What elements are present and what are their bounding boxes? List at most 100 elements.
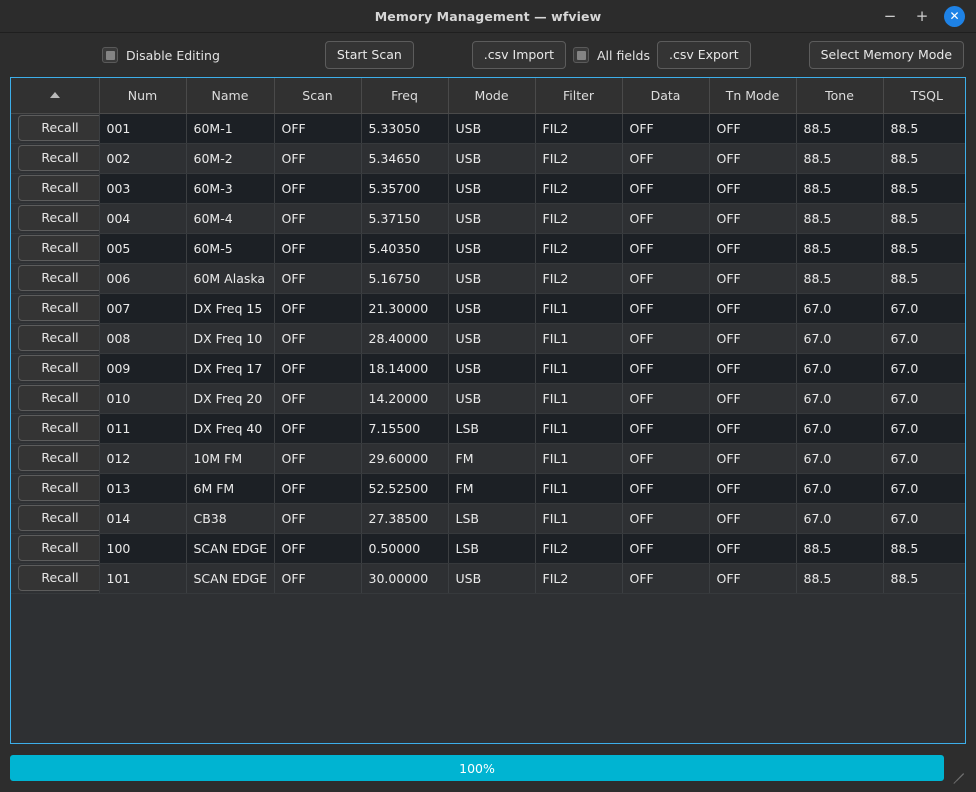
cell-scan[interactable]: OFF — [274, 443, 362, 474]
cell-num[interactable]: 005 — [99, 233, 187, 264]
cell-freq[interactable]: 5.16750 — [361, 263, 449, 294]
cell-scan[interactable]: OFF — [274, 203, 362, 234]
table-row[interactable]: Recall 013 6M FM OFF 52.52500 FM FIL1 OFF OFF 67.… — [11, 473, 965, 504]
cell-tnmode[interactable]: OFF — [709, 113, 797, 144]
cell-tone[interactable]: 67.0 — [796, 473, 884, 504]
cell-tsql[interactable]: 67.0 — [883, 353, 965, 384]
cell-freq[interactable]: 27.38500 — [361, 503, 449, 534]
cell-tnmode[interactable]: OFF — [709, 353, 797, 384]
cell-tnmode[interactable]: OFF — [709, 413, 797, 444]
table-row[interactable]: Recall 011 DX Freq 40 OFF 7.15500 LSB FIL1 OFF O… — [11, 413, 965, 444]
cell-scan[interactable]: OFF — [274, 473, 362, 504]
cell-filter[interactable]: FIL2 — [535, 263, 623, 294]
minimize-icon[interactable]: − — [880, 6, 900, 26]
cell-tsql[interactable]: 67.0 — [883, 443, 965, 474]
cell-name[interactable]: SCAN EDGE — [186, 533, 275, 564]
csv-import-button[interactable]: .csv Import — [471, 41, 566, 69]
cell-mode[interactable]: USB — [448, 143, 536, 174]
cell-freq[interactable]: 14.20000 — [361, 383, 449, 414]
cell-tone[interactable]: 67.0 — [796, 323, 884, 354]
cell-scan[interactable]: OFF — [274, 533, 362, 564]
cell-scan[interactable]: OFF — [274, 353, 362, 384]
cell-tsql[interactable]: 88.5 — [883, 233, 965, 264]
cell-filter[interactable]: FIL1 — [535, 473, 623, 504]
table-row[interactable]: Recall 003 60M-3 OFF 5.35700 USB FIL2 OFF OFF 88.… — [11, 173, 965, 204]
cell-data[interactable]: OFF — [622, 203, 710, 234]
cell-name[interactable]: 60M-4 — [186, 203, 275, 234]
recall-button[interactable]: Recall — [18, 145, 98, 171]
cell-filter[interactable]: FIL1 — [535, 443, 623, 474]
cell-tsql[interactable]: 67.0 — [883, 413, 965, 444]
cell-tnmode[interactable]: OFF — [709, 263, 797, 294]
recall-button[interactable]: Recall — [18, 235, 98, 261]
cell-freq[interactable]: 5.33050 — [361, 113, 449, 144]
cell-name[interactable]: DX Freq 17 — [186, 353, 275, 384]
cell-scan[interactable]: OFF — [274, 563, 362, 594]
cell-freq[interactable]: 5.34650 — [361, 143, 449, 174]
all-fields-checkbox-group[interactable]: All fields — [573, 47, 650, 63]
cell-tone[interactable]: 88.5 — [796, 173, 884, 204]
cell-data[interactable]: OFF — [622, 503, 710, 534]
cell-filter[interactable]: FIL2 — [535, 233, 623, 264]
recall-button[interactable]: Recall — [18, 325, 98, 351]
table-row[interactable]: Recall 014 CB38 OFF 27.38500 LSB FIL1 OFF OFF 67.… — [11, 503, 965, 534]
cell-tnmode[interactable]: OFF — [709, 383, 797, 414]
cell-tone[interactable]: 67.0 — [796, 353, 884, 384]
cell-tone[interactable]: 88.5 — [796, 143, 884, 174]
cell-tone[interactable]: 88.5 — [796, 533, 884, 564]
cell-tone[interactable]: 67.0 — [796, 293, 884, 324]
disable-editing-checkbox-group[interactable]: Disable Editing — [102, 47, 220, 63]
cell-num[interactable]: 008 — [99, 323, 187, 354]
cell-scan[interactable]: OFF — [274, 143, 362, 174]
table-row[interactable]: Recall 006 60M Alaska OFF 5.16750 USB FIL2 OFF O… — [11, 263, 965, 294]
cell-mode[interactable]: FM — [448, 473, 536, 504]
cell-name[interactable]: 6M FM — [186, 473, 275, 504]
cell-tsql[interactable]: 67.0 — [883, 323, 965, 354]
cell-tsql[interactable]: 67.0 — [883, 293, 965, 324]
column-header-data[interactable]: Data — [622, 78, 710, 114]
cell-filter[interactable]: FIL1 — [535, 413, 623, 444]
cell-name[interactable]: 60M-1 — [186, 113, 275, 144]
cell-num[interactable]: 006 — [99, 263, 187, 294]
resize-grip-icon[interactable] — [950, 761, 964, 784]
cell-scan[interactable]: OFF — [274, 503, 362, 534]
recall-button[interactable]: Recall — [18, 475, 98, 501]
cell-filter[interactable]: FIL2 — [535, 143, 623, 174]
cell-scan[interactable]: OFF — [274, 413, 362, 444]
column-header-mode[interactable]: Mode — [448, 78, 536, 114]
cell-scan[interactable]: OFF — [274, 323, 362, 354]
table-row[interactable]: Recall 005 60M-5 OFF 5.40350 USB FIL2 OFF OFF 88.… — [11, 233, 965, 264]
cell-num[interactable]: 003 — [99, 173, 187, 204]
cell-tsql[interactable]: 67.0 — [883, 383, 965, 414]
cell-name[interactable]: 60M-3 — [186, 173, 275, 204]
table-row[interactable]: Recall 100 SCAN EDGE OFF 0.50000 LSB FIL2 OFF OF… — [11, 533, 965, 564]
cell-freq[interactable]: 5.35700 — [361, 173, 449, 204]
column-header-name[interactable]: Name — [186, 78, 275, 114]
csv-export-button[interactable]: .csv Export — [656, 41, 751, 69]
table-row[interactable]: Recall 008 DX Freq 10 OFF 28.40000 USB FIL1 OFF… — [11, 323, 965, 354]
cell-scan[interactable]: OFF — [274, 383, 362, 414]
recall-button[interactable]: Recall — [18, 415, 98, 441]
recall-button[interactable]: Recall — [18, 535, 98, 561]
cell-num[interactable]: 002 — [99, 143, 187, 174]
cell-name[interactable]: DX Freq 20 — [186, 383, 275, 414]
cell-scan[interactable]: OFF — [274, 293, 362, 324]
cell-name[interactable]: DX Freq 10 — [186, 323, 275, 354]
recall-button[interactable]: Recall — [18, 385, 98, 411]
cell-tone[interactable]: 67.0 — [796, 503, 884, 534]
cell-freq[interactable]: 21.30000 — [361, 293, 449, 324]
cell-mode[interactable]: USB — [448, 203, 536, 234]
cell-scan[interactable]: OFF — [274, 113, 362, 144]
cell-tone[interactable]: 67.0 — [796, 413, 884, 444]
cell-mode[interactable]: USB — [448, 113, 536, 144]
all-fields-checkbox[interactable] — [573, 47, 589, 63]
cell-num[interactable]: 100 — [99, 533, 187, 564]
column-header-scan[interactable]: Scan — [274, 78, 362, 114]
table-row[interactable]: Recall 002 60M-2 OFF 5.34650 USB FIL2 OFF OFF 88.… — [11, 143, 965, 174]
cell-data[interactable]: OFF — [622, 353, 710, 384]
cell-num[interactable]: 010 — [99, 383, 187, 414]
column-header-tnmode[interactable]: Tn Mode — [709, 78, 797, 114]
cell-mode[interactable]: USB — [448, 323, 536, 354]
cell-data[interactable]: OFF — [622, 323, 710, 354]
cell-filter[interactable]: FIL1 — [535, 293, 623, 324]
